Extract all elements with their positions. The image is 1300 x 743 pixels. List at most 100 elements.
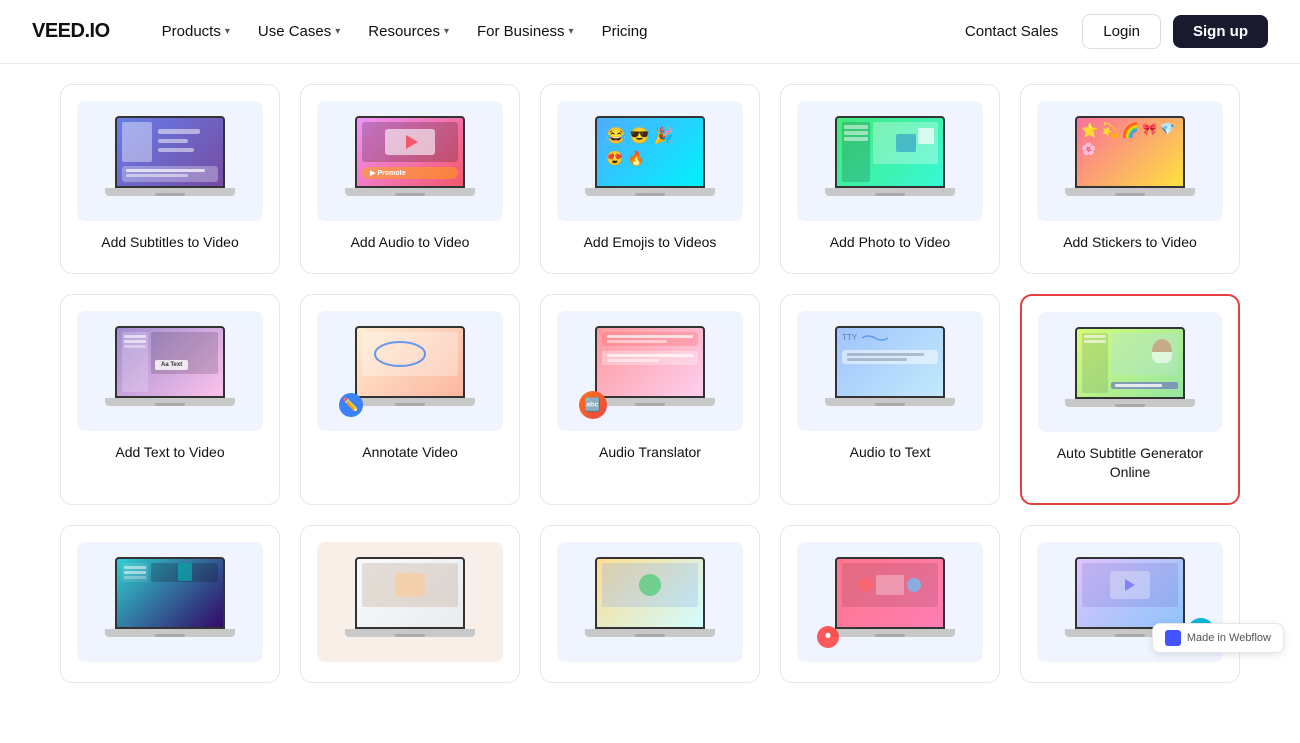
laptop-mockup: TTY [825,326,955,416]
laptop-mockup [105,116,235,206]
screen [595,557,705,629]
card-label: Auto Subtitle Generator Online [1038,444,1222,483]
laptop-base [585,629,715,637]
screen [115,557,225,629]
logo[interactable]: VEED.IO [32,20,110,43]
laptop-base [345,188,475,196]
laptop-mockup [345,557,475,647]
card-row3-1[interactable] [60,525,280,683]
card-photo[interactable]: Add Photo to Video [780,84,1000,274]
thumbnail-row3-2 [317,542,503,662]
screen: 😂 😎 🎉 😍 🔥 [595,116,705,188]
laptop-mockup: Aa Text [105,326,235,416]
nav-products-label: Products [162,23,221,40]
laptop-base [1065,188,1195,196]
laptop-mockup: ▶ Promote [345,116,475,206]
screen [835,116,945,188]
screen [595,326,705,398]
thumbnail-audio: ▶ Promote [317,101,503,221]
thumbnail-annotate: ✏️ [317,311,503,431]
nav-for-business-label: For Business [477,23,565,40]
screen [355,557,465,629]
card-label: Add Subtitles to Video [101,233,239,253]
nav-right: Contact Sales Login Sign up [953,14,1268,49]
row1-grid: Add Subtitles to Video ▶ Promote [60,84,1240,274]
screen: ⭐ 💫 🌈 🎀 💎 🌸 [1075,116,1185,188]
card-stickers[interactable]: ⭐ 💫 🌈 🎀 💎 🌸 Add Stickers to Video [1020,84,1240,274]
laptop-base [345,629,475,637]
screen: Aa Text [115,326,225,398]
card-row3-2[interactable] [300,525,520,683]
laptop-base [825,188,955,196]
thumbnail-text: Aa Text [77,311,263,431]
translate-icon: 🔤 [579,391,607,419]
webflow-logo-icon [1165,630,1181,646]
chevron-down-icon: ▾ [335,26,340,37]
screen [835,557,945,629]
laptop-mockup [105,557,235,647]
laptop-base [105,629,235,637]
laptop-mockup [825,557,955,647]
card-autosubtitle[interactable]: Auto Subtitle Generator Online [1020,294,1240,505]
card-a2t[interactable]: TTY Audio to Text [780,294,1000,505]
row2-grid: Aa Text Add Text to Video [60,294,1240,505]
card-label: Add Audio to Video [351,233,470,253]
laptop-base [825,398,955,406]
card-text[interactable]: Aa Text Add Text to Video [60,294,280,505]
nav-pricing[interactable]: Pricing [590,17,660,46]
card-label: Audio to Text [850,443,931,463]
laptop-mockup: ⭐ 💫 🌈 🎀 💎 🌸 [1065,116,1195,206]
laptop-mockup [825,116,955,206]
card-row3-4[interactable]: ⏺ [780,525,1000,683]
screen [115,116,225,188]
nav-products[interactable]: Products ▾ [150,17,242,46]
laptop-mockup [345,326,475,416]
record-icon: ⏺ [817,626,839,648]
screen [1075,557,1185,629]
thumbnail-translator: 🔤 [557,311,743,431]
thumbnail-row3-4: ⏺ [797,542,983,662]
nav-links: Products ▾ Use Cases ▾ Resources ▾ For B… [150,17,953,46]
card-label: Add Photo to Video [830,233,950,253]
row3-grid: ⏺ [60,525,1240,683]
chevron-down-icon: ▾ [444,26,449,37]
card-row3-3[interactable] [540,525,760,683]
card-label: Add Text to Video [115,443,224,463]
screen: ▶ Promote [355,116,465,188]
card-row3-5[interactable]: ∞ [1020,525,1240,683]
nav-resources[interactable]: Resources ▾ [356,17,461,46]
nav-for-business[interactable]: For Business ▾ [465,17,586,46]
signup-button[interactable]: Sign up [1173,15,1268,48]
main-content: Add Subtitles to Video ▶ Promote [0,64,1300,743]
laptop-mockup: 😂 😎 🎉 😍 🔥 [585,116,715,206]
card-label: Annotate Video [362,443,458,463]
thumbnail-photo [797,101,983,221]
contact-sales-link[interactable]: Contact Sales [953,17,1070,46]
thumbnail-stickers: ⭐ 💫 🌈 🎀 💎 🌸 [1037,101,1223,221]
nav-use-cases-label: Use Cases [258,23,331,40]
webflow-label: Made in Webflow [1187,632,1271,644]
thumbnail-autosubtitle [1038,312,1222,432]
nav-pricing-label: Pricing [602,23,648,40]
nav-use-cases[interactable]: Use Cases ▾ [246,17,352,46]
thumbnail-emojis: 😂 😎 🎉 😍 🔥 [557,101,743,221]
screen: TTY [835,326,945,398]
laptop-base [1065,399,1195,407]
screen [355,326,465,398]
navbar: VEED.IO Products ▾ Use Cases ▾ Resources… [0,0,1300,64]
card-emojis[interactable]: 😂 😎 🎉 😍 🔥 Add Emojis to Videos [540,84,760,274]
chevron-down-icon: ▾ [225,26,230,37]
pencil-icon: ✏️ [339,393,363,417]
screen [1075,327,1185,399]
card-label: Add Stickers to Video [1063,233,1197,253]
laptop-mockup [1065,327,1195,417]
card-audio[interactable]: ▶ Promote Add Audio to Video [300,84,520,274]
card-subtitles[interactable]: Add Subtitles to Video [60,84,280,274]
card-annotate[interactable]: ✏️ Annotate Video [300,294,520,505]
nav-resources-label: Resources [368,23,440,40]
laptop-mockup [585,557,715,647]
thumbnail-row3-3 [557,542,743,662]
thumbnail-row3-1 [77,542,263,662]
card-translator[interactable]: 🔤 Audio Translator [540,294,760,505]
login-button[interactable]: Login [1082,14,1161,49]
